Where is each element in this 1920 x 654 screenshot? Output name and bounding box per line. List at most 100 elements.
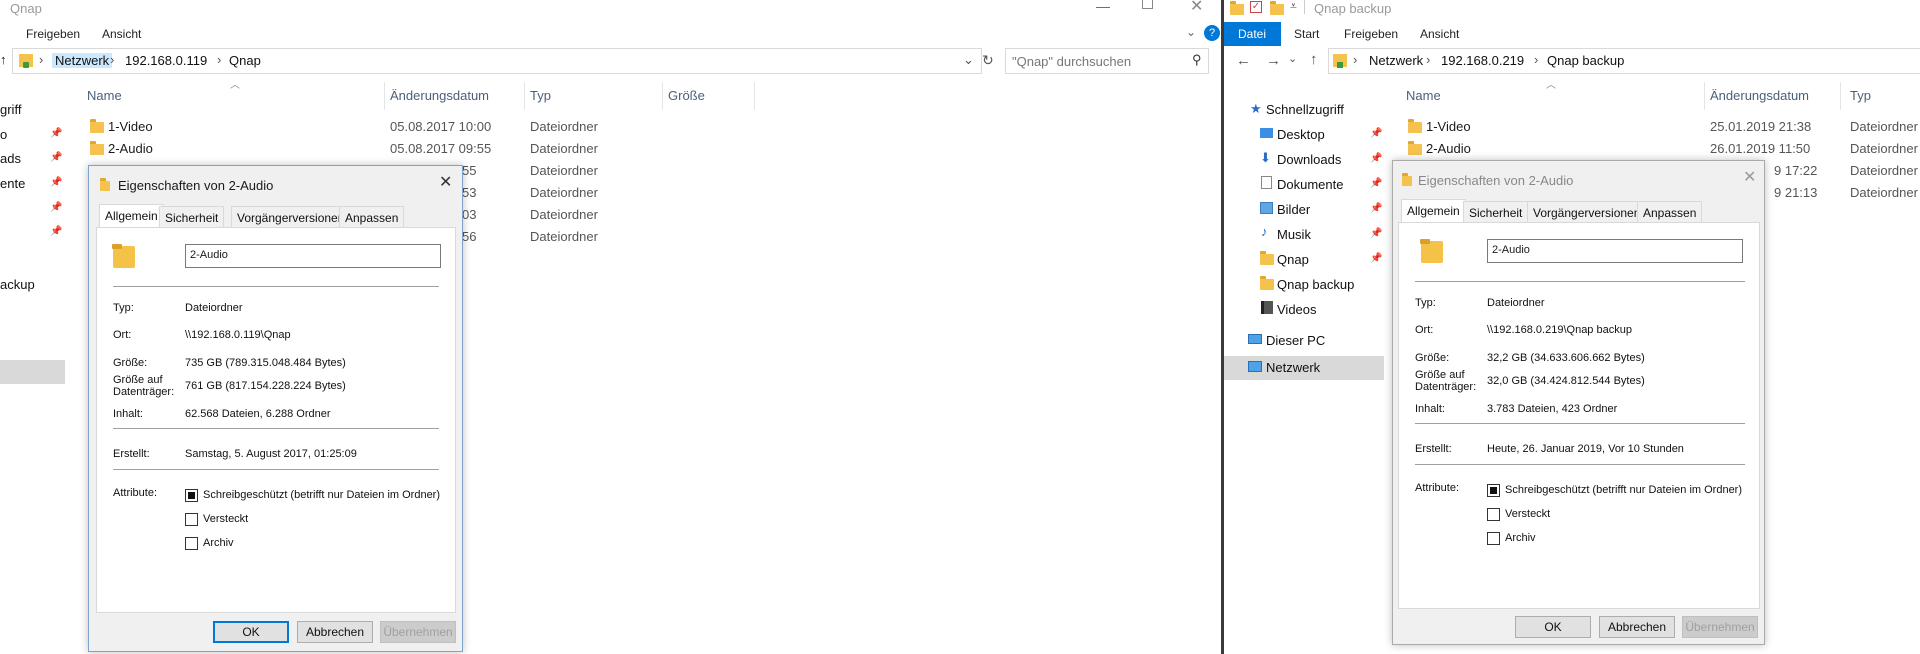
breadcrumb-ip[interactable]: 192.168.0.219 <box>1441 53 1524 68</box>
tab-ansicht[interactable]: Ansicht <box>1420 27 1459 41</box>
breadcrumb-qnap-backup[interactable]: Qnap backup <box>1547 53 1624 68</box>
tab-vorgaengerversionen[interactable]: Vorgängerversionen <box>1527 201 1647 223</box>
file-row[interactable]: 1-Video 05.08.2017 10:00 Dateiordner <box>88 118 728 138</box>
breadcrumb-netzwerk[interactable]: Netzwerk <box>52 53 113 68</box>
column-divider[interactable] <box>662 82 663 110</box>
hidden-checkbox[interactable] <box>185 513 198 526</box>
nav-item-selected-network[interactable] <box>0 360 65 384</box>
file-row[interactable]: 2-Audio 26.01.2019 11:50 Dateiordner <box>1406 140 1920 160</box>
hidden-checkbox[interactable] <box>1487 508 1500 521</box>
column-divider[interactable] <box>524 82 525 110</box>
ok-button[interactable]: OK <box>1515 616 1591 638</box>
chevron-down-icon[interactable]: ⌄ <box>1186 25 1196 39</box>
tab-anpassen[interactable]: Anpassen <box>339 206 405 228</box>
tab-anpassen[interactable]: Anpassen <box>1637 201 1703 223</box>
nav-item-downloads[interactable]: ads <box>0 151 21 166</box>
column-header-name[interactable]: Name <box>1406 88 1441 103</box>
breadcrumb-netzwerk[interactable]: Netzwerk <box>1369 53 1423 68</box>
folder-name-input[interactable]: 2-Audio <box>185 244 441 268</box>
value-type: Dateiordner <box>1487 297 1545 309</box>
cancel-button[interactable]: Abbrechen <box>1599 616 1675 638</box>
folder-icon <box>100 178 110 191</box>
label-size: Größe: <box>113 357 148 369</box>
cancel-button[interactable]: Abbrechen <box>297 621 373 643</box>
tab-freigeben[interactable]: Freigeben <box>1344 27 1398 41</box>
nav-item-qnap-backup[interactable]: Qnap backup <box>1277 277 1354 292</box>
tab-sicherheit[interactable]: Sicherheit <box>159 206 225 228</box>
tab-sicherheit[interactable]: Sicherheit <box>1463 201 1529 223</box>
nav-item-this-pc[interactable]: Dieser PC <box>1266 333 1325 348</box>
nav-item-pictures[interactable]: Bilder <box>1277 202 1310 217</box>
maximize-icon[interactable] <box>1142 0 1153 9</box>
nav-item-quick-access[interactable]: griff <box>0 102 21 117</box>
nav-item-qnap[interactable]: Qnap <box>1277 252 1309 267</box>
folder-icon <box>1260 276 1274 290</box>
column-header-size[interactable]: Größe <box>668 88 705 103</box>
apply-button[interactable]: Übernehmen <box>1682 616 1758 638</box>
apply-button[interactable]: Übernehmen <box>380 621 456 643</box>
archive-checkbox[interactable] <box>185 537 198 550</box>
nav-item-network-selected[interactable]: Netzwerk <box>1224 356 1384 380</box>
history-dropdown-icon[interactable]: ⌄ <box>1288 52 1297 65</box>
column-divider[interactable] <box>1840 82 1841 110</box>
up-arrow-icon[interactable]: ↑ <box>0 52 7 67</box>
tab-start[interactable]: Start <box>1294 27 1319 41</box>
nav-item-videos[interactable]: Videos <box>1277 302 1317 317</box>
minimize-icon[interactable]: — <box>1096 0 1110 14</box>
properties-quick-icon[interactable]: ✓ <box>1250 1 1262 13</box>
tab-ansicht[interactable]: Ansicht <box>102 27 141 41</box>
customize-toolbar-icon[interactable]: ⩡ <box>1290 0 1297 14</box>
label-hidden: Versteckt <box>203 513 249 525</box>
file-row[interactable]: 2-Audio 05.08.2017 09:55 Dateiordner <box>88 140 728 160</box>
nav-item-backup[interactable]: ackup <box>0 277 35 292</box>
forward-arrow-icon[interactable]: → <box>1266 52 1281 69</box>
folder-name-input[interactable]: 2-Audio <box>1487 239 1743 263</box>
archive-checkbox[interactable] <box>1487 532 1500 545</box>
column-header-type[interactable]: Typ <box>530 88 551 103</box>
column-header-name[interactable]: Name <box>87 88 122 103</box>
column-header-date[interactable]: Änderungsdatum <box>1710 88 1809 103</box>
close-icon[interactable]: ✕ <box>1743 167 1756 187</box>
nav-item-documents[interactable]: ente <box>0 176 25 191</box>
dropdown-chevron-icon[interactable]: ⌄ <box>963 52 974 68</box>
divider <box>113 286 439 287</box>
address-bar[interactable]: › Netzwerk › 192.168.0.119 › Qnap ⌄ <box>12 48 982 74</box>
videos-icon <box>1261 301 1273 314</box>
column-header-date[interactable]: Änderungsdatum <box>390 88 489 103</box>
tab-datei[interactable]: Datei <box>1224 22 1281 46</box>
nav-item-network[interactable]: Netzwerk <box>1266 360 1320 375</box>
nav-item-desktop[interactable]: o <box>0 127 7 142</box>
nav-item-quick-access[interactable]: Schnellzugriff <box>1266 102 1344 117</box>
breadcrumb-ip[interactable]: 192.168.0.119 <box>125 53 207 68</box>
tab-freigeben[interactable]: Freigeben <box>26 27 80 41</box>
readonly-checkbox[interactable] <box>1487 484 1500 497</box>
up-arrow-icon[interactable]: ↑ <box>1310 51 1318 68</box>
nav-item-downloads[interactable]: Downloads <box>1277 152 1341 167</box>
search-icon[interactable]: ⚲ <box>1192 52 1202 68</box>
refresh-icon[interactable]: ↻ <box>982 52 994 69</box>
network-icon <box>1248 361 1262 372</box>
file-date: 55 <box>462 163 477 178</box>
close-icon[interactable]: ✕ <box>1190 0 1203 16</box>
search-input[interactable]: "Qnap" durchsuchen ⚲ <box>1005 48 1209 74</box>
back-arrow-icon[interactable]: ← <box>1236 52 1251 69</box>
tab-vorgaengerversionen[interactable]: Vorgängerversionen <box>231 206 351 228</box>
nav-item-desktop[interactable]: Desktop <box>1277 127 1325 142</box>
tab-allgemein[interactable]: Allgemein <box>99 204 164 228</box>
readonly-checkbox[interactable] <box>185 489 198 502</box>
column-divider[interactable] <box>754 82 755 110</box>
file-row[interactable]: 1-Video 25.01.2019 21:38 Dateiordner <box>1406 118 1920 138</box>
nav-item-documents[interactable]: Dokumente <box>1277 177 1343 192</box>
column-divider[interactable] <box>384 82 385 110</box>
tab-panel-general: 2-Audio Typ: Dateiordner Ort: \\192.168.… <box>96 227 456 613</box>
pin-icon: 📌 <box>1370 253 1383 264</box>
close-icon[interactable]: ✕ <box>439 172 452 192</box>
nav-item-music[interactable]: Musik <box>1277 227 1311 242</box>
help-icon[interactable]: ? <box>1204 25 1220 41</box>
tab-allgemein[interactable]: Allgemein <box>1401 199 1466 223</box>
column-header-type[interactable]: Typ <box>1850 88 1871 103</box>
ok-button[interactable]: OK <box>213 621 289 643</box>
breadcrumb-qnap[interactable]: Qnap <box>229 53 261 68</box>
address-bar[interactable]: › Netzwerk › 192.168.0.219 › Qnap backup <box>1328 48 1920 74</box>
column-divider[interactable] <box>1704 82 1705 110</box>
